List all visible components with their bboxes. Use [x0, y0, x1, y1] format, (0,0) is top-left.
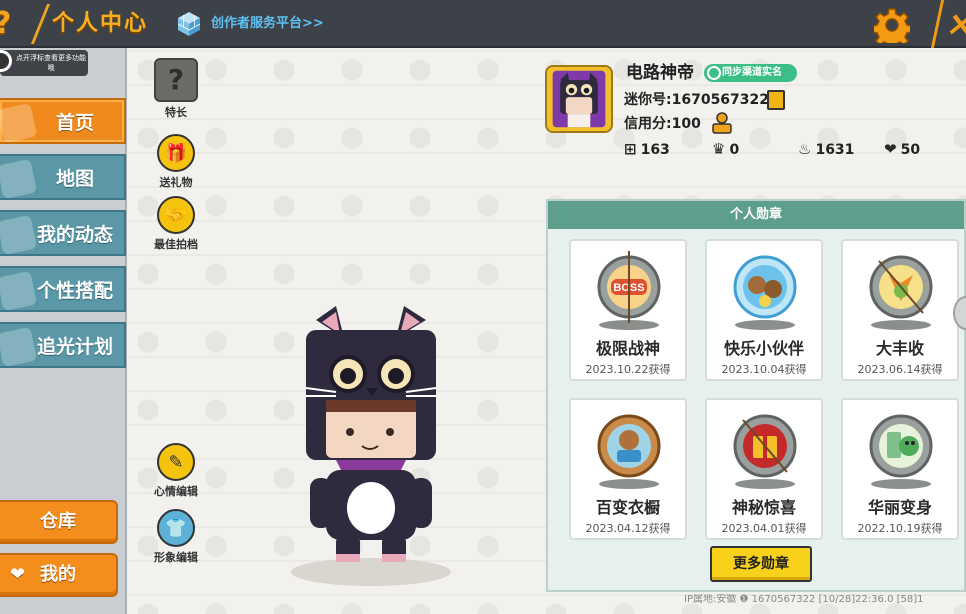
user-check-icon: [707, 66, 721, 80]
appearance-label: 形象编辑: [154, 551, 198, 564]
medal-date: 2023.10.22获得: [585, 363, 671, 376]
gift-label: 送礼物: [159, 176, 193, 189]
stat-popularity: ♨ 1631: [798, 138, 854, 160]
help-icon[interactable]: ?: [0, 4, 24, 44]
sidebar-item-map[interactable]: 地图: [0, 154, 126, 200]
player-avatar-character[interactable]: [286, 300, 456, 590]
sidebar: 首页 地图 我的动态 个性搭配 追光计划 仓库 ❤ 我的: [0, 48, 127, 614]
sidebar-item-label: 个性搭配: [36, 279, 113, 302]
heart-icon: ❤: [10, 564, 26, 585]
medal-name: 快乐小伙伴: [723, 339, 804, 358]
sidebar-item-outfit[interactable]: 个性搭配: [0, 266, 126, 312]
gift-icon: 🎁: [157, 134, 195, 172]
sidebar-item-label: 地图: [55, 167, 94, 190]
medal-name: 华丽变身: [867, 498, 932, 517]
credit-score: 信用分:100: [624, 116, 701, 132]
divider: [19, 4, 51, 44]
creator-platform-link[interactable]: 创作者服务平台>>: [211, 13, 324, 35]
profile-stats: ⊞ 163 ♛ 0 ♨ 1631 ❤ 50: [624, 138, 944, 160]
stat-trophy: ♛ 0: [712, 138, 739, 160]
mood-label: 心情编辑: [154, 485, 198, 498]
verified-badge[interactable]: 同步渠道实名: [704, 64, 797, 82]
cube-icon[interactable]: [176, 11, 202, 37]
close-button[interactable]: ×: [930, 0, 966, 48]
medal-name: 极限战神: [595, 339, 660, 358]
heart-icon: ❤: [884, 140, 897, 158]
flame-icon: ♨: [798, 140, 812, 158]
boss-medal-icon: BOSS: [597, 251, 661, 330]
edit-icon: ✎: [157, 443, 195, 481]
copy-icon[interactable]: [767, 90, 785, 110]
stat-popularity-value: 1631: [815, 142, 855, 158]
footer-info: IP属地:安徽 ❶ 1670567322 [10/28]22:36.0 [58]…: [684, 594, 924, 605]
medal-panel: 个人勋章 BOSS 极限战神 2023.10.22获得 快乐小伙伴 2023.1…: [546, 199, 966, 592]
float-hint: 点开浮标查看更多功能哦: [0, 50, 88, 76]
partner-label: 最佳拍档: [154, 238, 198, 251]
more-medals-button[interactable]: 更多勋章: [710, 546, 812, 582]
medal-date: 2023.04.01获得: [721, 522, 807, 535]
wardrobe-medal-icon: [597, 414, 661, 489]
harvest-medal-icon: [869, 255, 933, 330]
medal-panel-title: 个人勋章: [548, 201, 964, 229]
warehouse-button[interactable]: 仓库: [0, 500, 118, 544]
medal-date: 2022.10.19获得: [857, 522, 943, 535]
stat-works-value: 163: [640, 142, 670, 158]
question-icon: ?: [154, 58, 198, 102]
sidebar-item-label: 首页: [55, 111, 94, 134]
handshake-icon: 🤝: [157, 196, 195, 234]
sidebar-item-home[interactable]: 首页: [0, 98, 126, 144]
sidebar-item-spotlight[interactable]: 追光计划: [0, 322, 126, 368]
medal-card[interactable]: 神秘惊喜 2023.04.01获得: [705, 398, 823, 540]
specialty-button[interactable]: ? 特长: [141, 58, 211, 120]
mini-id: 迷你号:1670567322: [624, 92, 770, 108]
stat-works: ⊞ 163: [624, 138, 670, 160]
sidebar-item-label: 我的动态: [36, 223, 113, 246]
mood-edit-button[interactable]: ✎ 心情编辑: [141, 443, 211, 499]
stat-likes-value: 50: [900, 142, 921, 158]
gift-button[interactable]: 🎁 送礼物: [141, 134, 211, 190]
trophy-icon: ♛: [712, 140, 726, 158]
medal-card[interactable]: 华丽变身 2022.10.19获得: [841, 398, 959, 540]
verified-badge-label: 同步渠道实名: [722, 67, 782, 78]
appearance-edit-button[interactable]: 👕 形象编辑: [141, 509, 211, 565]
top-bar: ? 个人中心 创作者服务平台>> ×: [0, 0, 966, 48]
medal-card[interactable]: BOSS 极限战神 2023.10.22获得: [569, 239, 687, 381]
friends-medal-icon: [733, 255, 797, 330]
sidebar-item-label: 追光计划: [36, 335, 113, 358]
plus-square-icon: ⊞: [624, 140, 637, 158]
mine-button[interactable]: ❤ 我的: [0, 553, 118, 597]
medal-card[interactable]: 快乐小伙伴 2023.10.04获得: [705, 239, 823, 381]
stat-likes: ❤ 50: [884, 138, 920, 160]
credit-icon[interactable]: [710, 112, 734, 134]
settings-gear-icon[interactable]: [874, 7, 910, 43]
profile-avatar[interactable]: [545, 65, 613, 133]
stat-trophy-value: 0: [729, 142, 740, 158]
medal-card[interactable]: 百变衣橱 2023.04.12获得: [569, 398, 687, 540]
medal-date: 2023.10.04获得: [721, 363, 807, 376]
medal-date: 2023.06.14获得: [857, 363, 943, 376]
medal-date: 2023.04.12获得: [585, 522, 671, 535]
medal-card[interactable]: 大丰收 2023.06.14获得: [841, 239, 959, 381]
best-partner-button[interactable]: 🤝 最佳拍档: [141, 196, 211, 252]
page-title: 个人中心: [52, 11, 149, 36]
shirt-icon: 👕: [157, 509, 195, 547]
medal-name: 神秘惊喜: [731, 498, 796, 517]
mine-button-label: 我的: [40, 564, 76, 585]
player-name: 电路神帝: [626, 63, 694, 83]
sidebar-item-feed[interactable]: 我的动态: [0, 210, 126, 256]
medal-name: 大丰收: [875, 339, 924, 358]
specialty-label: 特长: [165, 106, 187, 119]
gift-medal-icon: [733, 414, 797, 489]
transform-medal-icon: [869, 414, 933, 489]
medal-name: 百变衣橱: [595, 498, 660, 517]
